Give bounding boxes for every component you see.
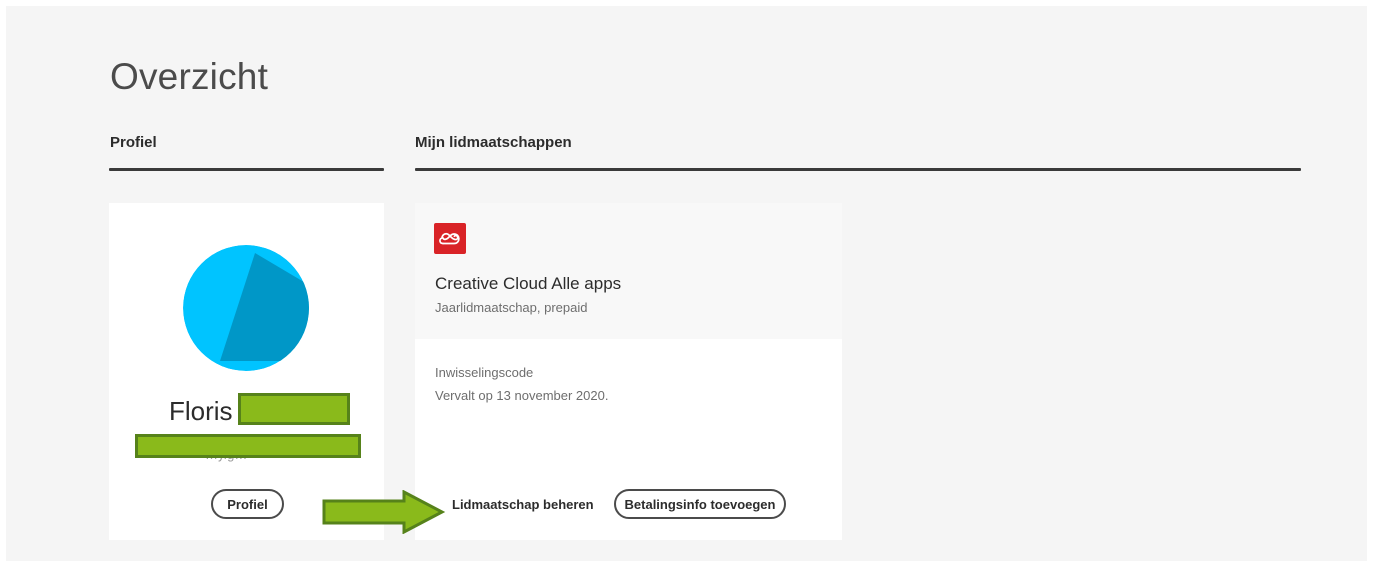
profile-name: Floris [169,396,233,426]
page-title: Overzicht [110,56,269,97]
creative-cloud-icon [434,223,466,254]
annotation-arrow-icon [322,490,446,534]
membership-card-header: Creative Cloud Alle apps Jaarlidmaatscha… [415,203,842,339]
memberships-section-divider [415,168,1301,171]
expiry-date: Vervalt op 13 november 2020. [435,388,609,403]
add-payment-info-button[interactable]: Betalingsinfo toevoegen [614,489,786,519]
membership-card: Creative Cloud Alle apps Jaarlidmaatscha… [415,203,842,540]
avatar-image [183,245,309,371]
redaction-overlay-email [135,434,361,458]
profile-section-heading: Profiel [110,134,157,151]
redemption-code-label: Inwisselingscode [435,365,534,380]
avatar [183,245,309,371]
manage-membership-link[interactable]: Lidmaatschap beheren [452,497,594,512]
memberships-section-heading: Mijn lidmaatschappen [415,134,572,151]
membership-title: Creative Cloud Alle apps [435,274,622,293]
profile-button[interactable]: Profiel [211,489,284,519]
overview-page: Overzicht Profiel Floris …y.g… Profiel M… [6,6,1367,561]
membership-plan: Jaarlidmaatschap, prepaid [435,300,588,315]
redaction-overlay-surname [238,393,350,425]
profile-section-divider [109,168,384,171]
